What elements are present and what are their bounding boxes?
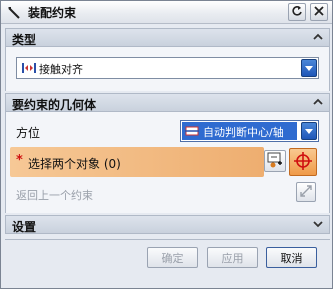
assembly-constraint-dialog: 装配约束 类型 接触对齐 要约束的几何体 方位 自动判断中心/轴 * 选择两个对… <box>0 0 333 289</box>
dialog-title: 装配约束 <box>28 6 77 20</box>
reset-button[interactable] <box>288 3 306 21</box>
orientation-label: 方位 <box>16 126 41 140</box>
select-object-crosshair-button[interactable] <box>289 148 317 176</box>
center-axis-icon <box>185 124 199 141</box>
chevron-up-icon[interactable] <box>311 95 325 109</box>
orientation-dropdown[interactable]: 自动判断中心/轴 <box>180 120 319 142</box>
swap-icon <box>299 184 313 201</box>
dropdown-arrow-icon[interactable] <box>301 59 317 77</box>
return-previous-constraint-label: 返回上一个约束 <box>16 189 93 202</box>
geometry-section-title: 要约束的几何体 <box>12 98 97 112</box>
reset-icon <box>291 5 303 20</box>
geometry-section-header[interactable]: 要约束的几何体 <box>5 93 330 112</box>
type-dropdown[interactable]: 接触对齐 <box>16 57 319 79</box>
chevron-down-icon[interactable] <box>311 217 325 231</box>
settings-section-title: 设置 <box>12 220 37 234</box>
apply-button[interactable]: 应用 <box>207 247 258 268</box>
close-icon <box>314 5 324 19</box>
touch-align-icon <box>21 61 37 78</box>
add-selection-button[interactable] <box>264 150 286 172</box>
chevron-up-icon[interactable] <box>311 30 325 44</box>
crosshair-icon <box>293 151 313 174</box>
geometry-section-body: 方位 自动判断中心/轴 * 选择两个对象 (0) 返回上一个约束 <box>5 112 330 213</box>
select-objects-label: 选择两个对象 (0) <box>28 157 121 171</box>
divider <box>5 239 330 240</box>
type-section-header[interactable]: 类型 <box>5 28 330 47</box>
select-objects-row[interactable]: * 选择两个对象 (0) <box>10 147 264 177</box>
title-bar[interactable]: 装配约束 <box>1 1 332 24</box>
wrench-icon <box>5 4 22 21</box>
type-section-body: 接触对齐 <box>5 47 330 91</box>
dropdown-arrow-icon[interactable] <box>301 122 317 140</box>
return-previous-constraint-button[interactable] <box>296 182 316 202</box>
required-marker: * <box>16 153 23 168</box>
type-dropdown-value: 接触对齐 <box>39 63 83 76</box>
settings-section-header[interactable]: 设置 <box>5 215 330 234</box>
cancel-button[interactable]: 取消 <box>266 247 317 268</box>
add-selection-icon <box>267 152 283 171</box>
ok-button[interactable]: 确定 <box>147 247 198 268</box>
type-section-title: 类型 <box>12 33 37 47</box>
orientation-dropdown-value: 自动判断中心/轴 <box>203 126 284 139</box>
close-button[interactable] <box>310 3 328 21</box>
